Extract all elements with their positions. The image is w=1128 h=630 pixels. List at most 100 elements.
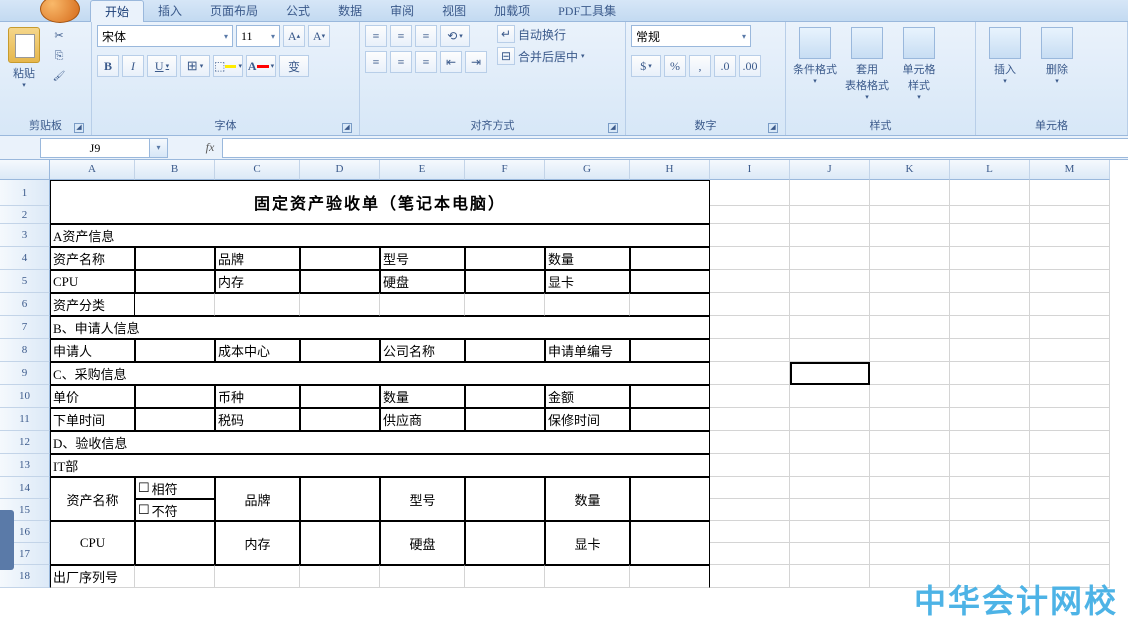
tab-pdf[interactable]: PDF工具集: [544, 0, 630, 21]
cell-G10[interactable]: 金额: [545, 385, 630, 408]
cell-I14[interactable]: [710, 477, 790, 499]
cell-G6[interactable]: [545, 293, 630, 316]
shrink-font-icon[interactable]: A▾: [308, 25, 330, 47]
cell-I13[interactable]: [710, 454, 790, 477]
cell-E4[interactable]: 型号: [380, 247, 465, 270]
dec-decimal-icon[interactable]: .00: [739, 55, 761, 77]
col-header-H[interactable]: H: [630, 160, 710, 180]
col-header-M[interactable]: M: [1030, 160, 1110, 180]
cell-F6[interactable]: [465, 293, 545, 316]
cell-H6[interactable]: [630, 293, 710, 316]
cell-I10[interactable]: [710, 385, 790, 408]
row-header-1[interactable]: 1: [0, 180, 50, 206]
disk-16[interactable]: 硬盘: [380, 521, 465, 565]
side-tab[interactable]: [0, 510, 14, 570]
format-painter-icon[interactable]: [50, 68, 68, 84]
conditional-format-button[interactable]: 条件格式▾: [791, 25, 839, 85]
cell-H5[interactable]: [630, 270, 710, 293]
currency-icon[interactable]: $▾: [631, 55, 661, 77]
cell-E8[interactable]: 公司名称: [380, 339, 465, 362]
cell-C18[interactable]: [215, 565, 300, 588]
cell-K3[interactable]: [870, 224, 950, 247]
cell-K1[interactable]: [870, 180, 950, 206]
cell-K10[interactable]: [870, 385, 950, 408]
percent-icon[interactable]: %: [664, 55, 686, 77]
cell-I4[interactable]: [710, 247, 790, 270]
formula-input[interactable]: [222, 138, 1128, 158]
cell-L6[interactable]: [950, 293, 1030, 316]
cell-styles-button[interactable]: 单元格 样式▾: [895, 25, 943, 101]
cell-I15[interactable]: [710, 499, 790, 521]
cell-F5[interactable]: [465, 270, 545, 293]
cell-F16[interactable]: [465, 521, 545, 565]
cell-F8[interactable]: [465, 339, 545, 362]
tab-home[interactable]: 开始: [90, 0, 144, 22]
chk-nomatch[interactable]: 不符: [135, 499, 215, 521]
phonetic-button[interactable]: 变: [279, 55, 309, 77]
col-header-A[interactable]: A: [50, 160, 135, 180]
row-header-6[interactable]: 6: [0, 293, 50, 316]
cell-I3[interactable]: [710, 224, 790, 247]
cell-B8[interactable]: [135, 339, 215, 362]
cell-E6[interactable]: [380, 293, 465, 316]
cell-B4[interactable]: [135, 247, 215, 270]
tab-addin[interactable]: 加载项: [480, 0, 544, 21]
cell-M10[interactable]: [1030, 385, 1110, 408]
cell-B10[interactable]: [135, 385, 215, 408]
cell-J14[interactable]: [790, 477, 870, 499]
cell-J17[interactable]: [790, 543, 870, 565]
inc-decimal-icon[interactable]: .0: [714, 55, 736, 77]
row-header-11[interactable]: 11: [0, 408, 50, 431]
copy-icon[interactable]: [50, 48, 68, 64]
cell-J12[interactable]: [790, 431, 870, 454]
cell-C6[interactable]: [215, 293, 300, 316]
cell-J11[interactable]: [790, 408, 870, 431]
cell-D6[interactable]: [300, 293, 380, 316]
cell-K9[interactable]: [870, 362, 950, 385]
cell-M12[interactable]: [1030, 431, 1110, 454]
cell-K2[interactable]: [870, 206, 950, 224]
col-header-G[interactable]: G: [545, 160, 630, 180]
cell-H8[interactable]: [630, 339, 710, 362]
tab-insert[interactable]: 插入: [144, 0, 196, 21]
cell-L5[interactable]: [950, 270, 1030, 293]
tab-review[interactable]: 审阅: [376, 0, 428, 21]
chk-match[interactable]: 相符: [135, 477, 215, 499]
cell-I2[interactable]: [710, 206, 790, 224]
align-top-icon[interactable]: ≡: [365, 25, 387, 47]
cell-H10[interactable]: [630, 385, 710, 408]
cell-F11[interactable]: [465, 408, 545, 431]
indent-inc-icon[interactable]: ⇥: [465, 51, 487, 73]
name-box[interactable]: J9: [40, 138, 150, 158]
cell-J2[interactable]: [790, 206, 870, 224]
cell-K15[interactable]: [870, 499, 950, 521]
cell-K6[interactable]: [870, 293, 950, 316]
cell-G8[interactable]: 申请单编号: [545, 339, 630, 362]
row-header-5[interactable]: 5: [0, 270, 50, 293]
cell-E11[interactable]: 供应商: [380, 408, 465, 431]
underline-button[interactable]: U▾: [147, 55, 177, 77]
row-header-2[interactable]: 2: [0, 206, 50, 224]
cell-J16[interactable]: [790, 521, 870, 543]
cell-I6[interactable]: [710, 293, 790, 316]
section-c[interactable]: C、采购信息: [50, 362, 710, 385]
row-header-10[interactable]: 10: [0, 385, 50, 408]
section-b[interactable]: B、申请人信息: [50, 316, 710, 339]
align-bot-icon[interactable]: ≡: [415, 25, 437, 47]
align-right-icon[interactable]: ≡: [415, 51, 437, 73]
cell-D5[interactable]: [300, 270, 380, 293]
cell-M16[interactable]: [1030, 521, 1110, 543]
cell-E5[interactable]: 硬盘: [380, 270, 465, 293]
cell-G11[interactable]: 保修时间: [545, 408, 630, 431]
cell-L7[interactable]: [950, 316, 1030, 339]
cell-I11[interactable]: [710, 408, 790, 431]
cell-J13[interactable]: [790, 454, 870, 477]
row-header-14[interactable]: 14: [0, 477, 50, 499]
cell-D8[interactable]: [300, 339, 380, 362]
cell-L17[interactable]: [950, 543, 1030, 565]
cell-M1[interactable]: [1030, 180, 1110, 206]
cell-I1[interactable]: [710, 180, 790, 206]
wrap-text-button[interactable]: ↵自动换行: [497, 25, 585, 43]
cell-D4[interactable]: [300, 247, 380, 270]
cell-M6[interactable]: [1030, 293, 1110, 316]
